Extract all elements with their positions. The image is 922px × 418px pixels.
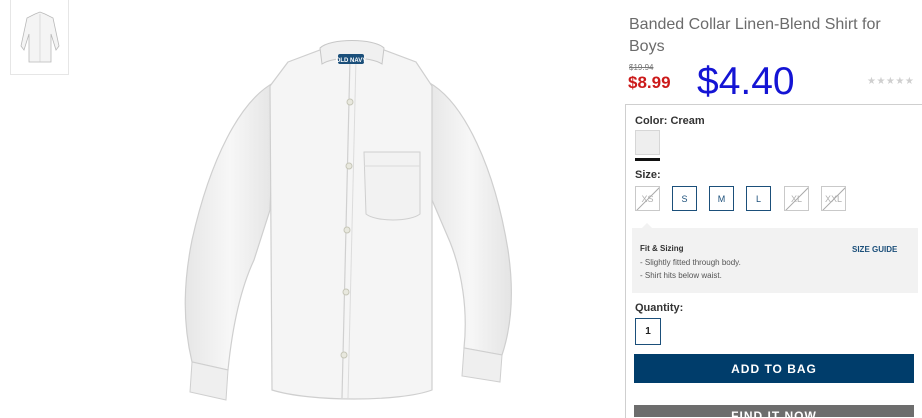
shirt-thumbnail-image bbox=[20, 11, 59, 63]
brand-label: OLD NAVY bbox=[336, 58, 367, 64]
fit-line: - Slightly fitted through body. bbox=[640, 258, 741, 267]
swatch-selected-indicator bbox=[635, 158, 660, 161]
rating-stars[interactable]: ★★★★★ bbox=[867, 76, 914, 87]
add-to-bag-button[interactable]: ADD TO BAG bbox=[634, 354, 914, 383]
size-label: Size: bbox=[635, 169, 661, 181]
fit-line: - Shirt hits below waist. bbox=[640, 271, 722, 280]
size-option-l[interactable]: L bbox=[746, 186, 771, 211]
color-swatch-cream[interactable] bbox=[635, 130, 660, 155]
original-price: $19.94 bbox=[629, 63, 654, 72]
size-option-xxl[interactable]: XXL bbox=[821, 186, 846, 211]
sale-price: $8.99 bbox=[628, 73, 671, 92]
price-annotation: $4.40 bbox=[697, 60, 795, 103]
color-label: Color: Cream bbox=[635, 115, 705, 127]
size-option-xs[interactable]: XS bbox=[635, 186, 660, 211]
fit-title: Fit & Sizing bbox=[640, 244, 684, 253]
product-thumbnail[interactable] bbox=[10, 0, 69, 75]
product-title: Banded Collar Linen-Blend Shirt for Boys bbox=[629, 16, 881, 55]
quantity-label: Quantity: bbox=[635, 302, 684, 314]
size-option-xl[interactable]: XL bbox=[784, 186, 809, 211]
color-value: Cream bbox=[670, 115, 705, 127]
size-guide-link[interactable]: SIZE GUIDE bbox=[852, 245, 897, 254]
find-in-store-button[interactable]: FIND IT NOW bbox=[634, 405, 914, 417]
size-option-m[interactable]: M bbox=[709, 186, 734, 211]
quantity-input[interactable]: 1 bbox=[635, 318, 661, 345]
product-main-image: OLD NAVY bbox=[184, 40, 512, 401]
size-option-s[interactable]: S bbox=[672, 186, 697, 211]
